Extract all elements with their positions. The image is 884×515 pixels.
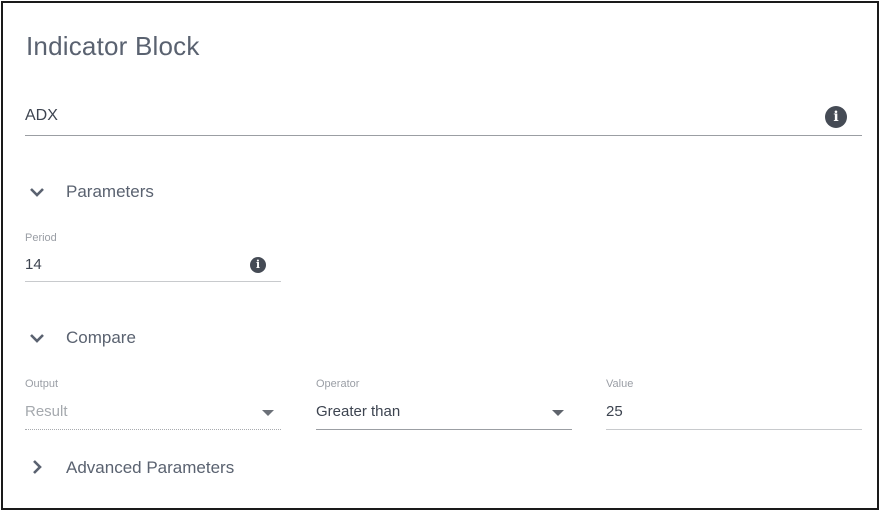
section-advanced-toggle[interactable]: Advanced Parameters [26,456,234,480]
operator-underline [316,429,572,430]
chevron-right-icon [26,456,50,480]
indicator-field[interactable]: ADX i [25,103,862,137]
caret-down-icon[interactable] [552,410,564,416]
output-underline [25,429,281,430]
period-info-icon[interactable]: i [250,257,266,273]
output-value: Result [25,403,68,420]
period-input[interactable]: 14 [25,256,42,273]
indicator-value[interactable]: ADX [25,107,58,125]
period-label: Period [25,232,57,244]
value-field[interactable]: Value 25 [606,378,862,432]
operator-label: Operator [316,378,360,390]
value-underline [606,429,862,430]
indicator-block-panel: Indicator Block ADX i Parameters Period … [1,1,879,510]
section-advanced-label: Advanced Parameters [66,458,235,477]
info-icon[interactable]: i [825,106,847,128]
indicator-underline [25,135,862,136]
section-parameters-label: Parameters [66,182,154,201]
section-compare-label: Compare [66,328,136,347]
period-underline [25,281,281,282]
chevron-down-icon [26,326,50,350]
section-parameters-toggle[interactable]: Parameters [26,180,154,204]
chevron-down-icon [26,180,50,204]
section-compare-toggle[interactable]: Compare [26,326,136,350]
panel-title: Indicator Block [26,31,200,61]
output-label: Output [25,378,59,390]
value-label: Value [606,378,634,390]
output-select: Output Result [25,378,281,432]
value-input[interactable]: 25 [606,403,623,420]
operator-value[interactable]: Greater than [316,403,400,420]
period-field[interactable]: Period 14 i [25,232,281,284]
operator-select[interactable]: Operator Greater than [316,378,572,432]
caret-down-icon [262,410,274,416]
